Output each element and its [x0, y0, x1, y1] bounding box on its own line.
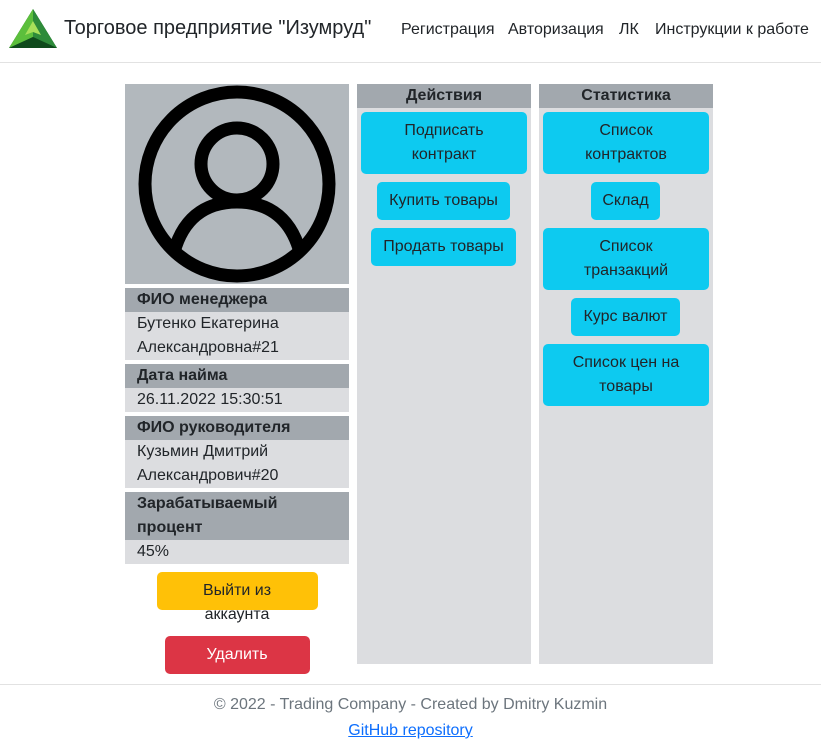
buy-goods-button[interactable]: Купить товары — [377, 182, 510, 220]
profile-panel: ФИО менеджера Бутенко Екатерина Александ… — [125, 84, 349, 688]
nav-account-link[interactable]: ЛК — [619, 18, 639, 42]
sign-contract-label-line1: Подписать — [404, 122, 484, 139]
contracts-list-button[interactable]: Список контрактов — [543, 112, 709, 174]
supervisor-name-line1: Кузьмин Дмитрий — [137, 443, 269, 460]
nav-register-link[interactable]: Регистрация — [401, 18, 495, 42]
nav-instructions-link[interactable]: Инструкции к работе — [655, 18, 809, 42]
manager-name-line1: Бутенко Екатерина — [137, 315, 279, 332]
sign-contract-button[interactable]: Подписать контракт — [361, 112, 527, 174]
avatar — [125, 84, 349, 284]
actions-heading: Действия — [357, 84, 531, 108]
emerald-logo-icon[interactable] — [7, 7, 59, 51]
statistics-panel: Статистика Список контрактов Склад Списо… — [539, 84, 713, 664]
price-list-label-line1: Список цен на — [572, 354, 680, 371]
earning-percent-heading-line2: процент — [137, 519, 203, 536]
transactions-list-label-line1: Список — [599, 238, 653, 255]
supervisor-name-heading: ФИО руководителя — [125, 416, 349, 440]
user-circle-icon — [138, 85, 336, 283]
logout-button[interactable]: Выйти из аккаунта — [156, 572, 318, 623]
manager-name-line2: Александровна#21 — [137, 339, 279, 356]
nav-login-link[interactable]: Авторизация — [508, 18, 604, 42]
sell-goods-button[interactable]: Продать товары — [371, 228, 516, 266]
hire-date-value: 26.11.2022 15:30:51 — [125, 388, 349, 412]
github-repository-link[interactable]: GitHub repository — [348, 722, 473, 739]
supervisor-name-value: Кузьмин Дмитрий Александрович#20 — [125, 440, 349, 488]
supervisor-name-line2: Александрович#20 — [137, 467, 279, 484]
manager-name-value: Бутенко Екатерина Александровна#21 — [125, 312, 349, 360]
earning-percent-heading-line1: Зарабатываемый — [137, 495, 278, 512]
delete-account-button[interactable]: Удалить аккаунт — [164, 636, 310, 687]
sign-contract-label-line2: контракт — [411, 146, 477, 163]
exchange-rates-button[interactable]: Курс валют — [571, 298, 680, 336]
delete-wrap: Удалить аккаунт — [125, 636, 349, 688]
price-list-label-line2: товары — [599, 378, 653, 395]
contracts-list-label-line2: контрактов — [585, 146, 667, 163]
statistics-heading: Статистика — [539, 84, 713, 108]
github-wrap: GitHub repository — [0, 719, 821, 743]
manager-name-heading: ФИО менеджера — [125, 288, 349, 312]
price-list-button[interactable]: Список цен на товары — [543, 344, 709, 406]
earning-percent-heading: Зарабатываемый процент — [125, 492, 349, 540]
warehouse-button[interactable]: Склад — [591, 182, 660, 220]
footer: © 2022 - Trading Company - Created by Dm… — [0, 684, 821, 746]
brand-title[interactable]: Торговое предприятие "Изумруд" — [64, 14, 371, 42]
transactions-list-button[interactable]: Список транзакций — [543, 228, 709, 290]
copyright-text: © 2022 - Trading Company - Created by Dm… — [213, 696, 608, 713]
actions-panel: Действия Подписать контракт Купить товар… — [357, 84, 531, 664]
earning-percent-value: 45% — [125, 540, 349, 564]
navbar: Торговое предприятие "Изумруд" Регистрац… — [0, 0, 821, 63]
contracts-list-label-line1: Список — [599, 122, 653, 139]
transactions-list-label-line2: транзакций — [583, 262, 669, 279]
logout-wrap: Выйти из аккаунта — [125, 572, 349, 624]
hire-date-heading: Дата найма — [125, 364, 349, 388]
